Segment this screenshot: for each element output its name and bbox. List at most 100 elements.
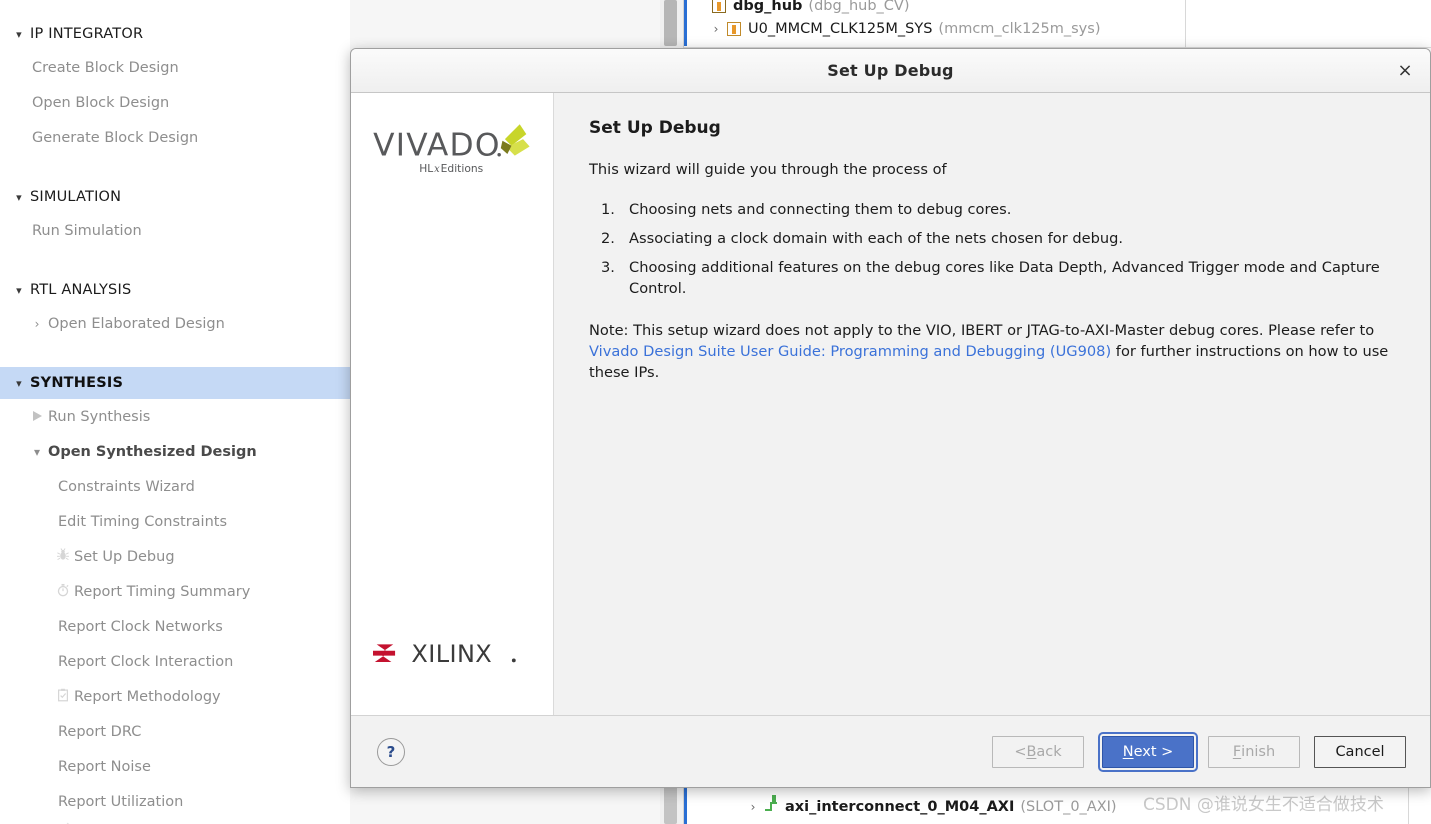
flow-item-open-synthesized-design[interactable]: ▾ Open Synthesized Design (0, 434, 350, 469)
orange-module-icon (712, 0, 726, 13)
dialog-intro: This wizard will guide you through the p… (589, 161, 947, 178)
dialog-body: VIVADO HL x Editions XILINX Set Up Debug… (351, 93, 1430, 715)
flow-item-label: Create Block Design (32, 59, 179, 76)
flow-item-run-synthesis[interactable]: Run Synthesis (0, 399, 350, 434)
flow-item-label: Report Clock Networks (58, 618, 223, 635)
flow-item-label: Report Clock Interaction (58, 653, 234, 670)
flow-item-report-clock-networks[interactable]: Report Clock Networks (0, 609, 350, 644)
flow-item-open-elaborated-design[interactable]: › Open Elaborated Design (0, 306, 350, 341)
flow-section-label: IP INTEGRATOR (30, 26, 144, 42)
scrollbar-thumb-bottom[interactable] (664, 786, 677, 824)
help-button[interactable]: ? (377, 737, 405, 766)
list-item: 1. Choosing nets and connecting them to … (589, 199, 1400, 220)
orange-module-icon (727, 22, 741, 36)
flow-item-label: Open Synthesized Design (48, 443, 257, 460)
tree-row-parens: (dbg_hub_CV) (808, 0, 910, 14)
flow-item-edit-timing-constraints[interactable]: Edit Timing Constraints (0, 504, 350, 539)
list-item: 3. Choosing additional features on the d… (589, 257, 1400, 299)
svg-text:HL: HL (419, 162, 433, 175)
panel-divider (1185, 0, 1186, 48)
step-text: Choosing additional features on the debu… (629, 259, 1380, 298)
flow-section-synthesis[interactable]: ▾ SYNTHESIS (0, 367, 350, 399)
stopwatch-icon (52, 583, 74, 601)
flow-item-label: Open Elaborated Design (48, 315, 225, 332)
flow-gap (0, 155, 350, 181)
dialog-title: Set Up Debug (827, 61, 954, 80)
dialog-note: Note: This setup wizard does not apply t… (589, 321, 1400, 383)
flow-item-report-noise[interactable]: Report Noise (0, 749, 350, 784)
flow-section-simulation[interactable]: ▾ SIMULATION (0, 181, 350, 213)
tree-row-name: dbg_hub (733, 0, 803, 14)
flow-item-report-drc[interactable]: Report DRC (0, 714, 350, 749)
step-number: 1. (601, 200, 615, 218)
xilinx-logo: XILINX (373, 638, 533, 674)
tree-selection-bar (684, 0, 687, 46)
step-number: 3. (601, 259, 615, 277)
set-up-debug-dialog: Set Up Debug × VIVADO HL x Editions XILI… (350, 48, 1431, 788)
flow-item-label: Report Utilization (58, 793, 184, 810)
flow-gap (0, 248, 350, 274)
chevron-down-icon: ▾ (16, 283, 22, 297)
flow-section-label: RTL ANALYSIS (30, 282, 132, 298)
chevron-right-icon: › (34, 316, 40, 331)
bug-icon (52, 548, 74, 566)
back-button: < Back (992, 735, 1084, 768)
flow-item-open-block-design[interactable]: Open Block Design (0, 85, 350, 120)
flow-item-create-block-design[interactable]: Create Block Design (0, 50, 350, 85)
flow-item-label: Run Simulation (32, 222, 142, 239)
flow-item-label: Report Noise (58, 758, 151, 775)
flow-item-set-up-debug[interactable]: Set Up Debug (0, 539, 350, 574)
play-icon (26, 410, 48, 424)
tree-row[interactable]: › U0_MMCM_CLK125M_SYS (mmcm_clk125m_sys) (705, 14, 1101, 44)
note-text-before: Note: This setup wizard does not apply t… (589, 322, 1375, 340)
flow-item-report-clock-interaction[interactable]: Report Clock Interaction (0, 644, 350, 679)
chevron-right-icon[interactable]: › (705, 22, 727, 36)
flow-section-ip-integrator[interactable]: ▾ IP INTEGRATOR (0, 18, 350, 50)
step-number: 2. (601, 229, 615, 247)
flow-item-constraints-wizard[interactable]: Constraints Wizard (0, 469, 350, 504)
vivado-logo: VIVADO HL x Editions (373, 121, 538, 181)
scrollbar-thumb-top[interactable] (664, 0, 677, 46)
check-icon (52, 820, 74, 824)
tree-row-parens: (SLOT_0_AXI) (1020, 799, 1117, 815)
flow-item-run-simulation[interactable]: Run Simulation (0, 213, 350, 248)
close-icon[interactable]: × (1394, 60, 1416, 82)
next-button[interactable]: Next > (1098, 731, 1198, 772)
watermark: CSDN @谁说女生不适合做技术 (1143, 795, 1384, 815)
chevron-down-icon: ▾ (33, 444, 41, 459)
dialog-content: Set Up Debug This wizard will guide you … (554, 93, 1430, 715)
flow-item-generate-block-design[interactable]: Generate Block Design (0, 120, 350, 155)
finish-button: Finish (1208, 735, 1300, 768)
flow-item-report-timing-summary[interactable]: Report Timing Summary (0, 574, 350, 609)
flow-item-label: Set Up Debug (74, 548, 175, 565)
step-text: Choosing nets and connecting them to deb… (629, 200, 1012, 218)
tree-row-name: U0_MMCM_CLK125M_SYS (748, 21, 933, 37)
flow-item-label: Run Synthesis (48, 408, 151, 425)
chevron-right-icon[interactable]: › (742, 800, 764, 814)
chevron-down-icon: ▾ (16, 27, 22, 41)
chevron-down-icon: ▾ (16, 190, 22, 204)
flow-item-report-methodology[interactable]: Report Methodology (0, 679, 350, 714)
dialog-title-bar: Set Up Debug × (351, 49, 1430, 93)
flow-item-label: Report DRC (58, 723, 142, 740)
svg-text:x: x (434, 164, 440, 175)
flow-item-report-utilization[interactable]: Report Utilization (0, 784, 350, 819)
tree-selection-bar (684, 782, 687, 824)
tree-row[interactable]: › axi_interconnect_0_M04_AXI (SLOT_0_AXI… (742, 792, 1117, 822)
clipboard-check-icon (52, 688, 74, 706)
tree-row-name: axi_interconnect_0_M04_AXI (785, 799, 1015, 815)
flow-section-label: SIMULATION (30, 189, 122, 205)
dialog-steps-list: 1. Choosing nets and connecting them to … (589, 199, 1400, 300)
ug908-link[interactable]: Vivado Design Suite User Guide: Programm… (589, 343, 1111, 360)
flow-item-label: Generate Block Design (32, 129, 199, 146)
dialog-heading: Set Up Debug (589, 118, 721, 138)
cancel-button[interactable]: Cancel (1314, 735, 1406, 768)
flow-section-rtl-analysis[interactable]: ▾ RTL ANALYSIS (0, 274, 350, 306)
finish-mnemonic: F (1232, 743, 1242, 760)
flow-item-label: Report Methodology (74, 688, 221, 705)
flow-section-label: SYNTHESIS (30, 375, 124, 391)
flow-item-partial-next[interactable] (0, 819, 350, 824)
flow-item-label: Edit Timing Constraints (58, 513, 228, 530)
list-item: 2. Associating a clock domain with each … (589, 228, 1400, 249)
flow-item-label: Open Block Design (32, 94, 170, 111)
